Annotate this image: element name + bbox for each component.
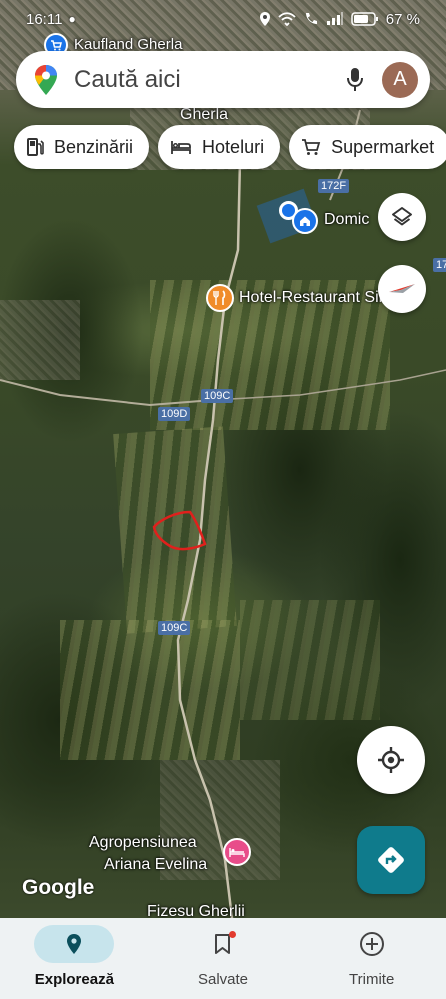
bed-icon[interactable] bbox=[223, 838, 251, 866]
route-109d-label: 109D bbox=[158, 407, 191, 421]
route-17-label: 17 bbox=[433, 258, 446, 272]
notification-icon: ● bbox=[68, 12, 76, 26]
add-circle-icon bbox=[359, 932, 384, 956]
nav-contribute-indicator bbox=[332, 925, 412, 963]
status-time: 16:11 bbox=[26, 10, 63, 28]
chip-label: Supermarket bbox=[331, 136, 435, 157]
nav-explore[interactable]: Explorează bbox=[0, 918, 149, 999]
directions-icon bbox=[378, 847, 404, 873]
gas-station-icon bbox=[27, 138, 44, 156]
maps-pin-logo-icon bbox=[35, 64, 57, 95]
chip-label: Benzinării bbox=[54, 136, 134, 157]
bed-icon bbox=[171, 141, 191, 154]
layers-icon bbox=[392, 207, 412, 226]
route-109c-label: 109C bbox=[158, 621, 191, 635]
nav-saved[interactable]: Salvate bbox=[149, 918, 298, 999]
restaurant-icon[interactable] bbox=[206, 284, 234, 312]
directions-button[interactable] bbox=[357, 826, 425, 894]
location-status-icon bbox=[259, 12, 270, 26]
home-icon[interactable] bbox=[292, 208, 318, 234]
google-logo: Google bbox=[22, 876, 95, 899]
fizesu-label[interactable]: Fizesu Gherlii bbox=[147, 903, 245, 918]
location-pin-icon bbox=[67, 934, 82, 954]
gherla-label[interactable]: Gherla bbox=[180, 106, 228, 124]
route-172f-label: 172F bbox=[318, 179, 350, 193]
avatar[interactable]: A bbox=[382, 61, 418, 98]
category-chips: Benzinării Hoteluri Supermarket bbox=[14, 125, 446, 169]
chip-gas-stations[interactable]: Benzinării bbox=[14, 125, 150, 169]
bottom-navigation: Explorează Salvate Trimite bbox=[0, 918, 446, 999]
hand-drawn-outline bbox=[152, 510, 207, 551]
chip-label: Hoteluri bbox=[202, 136, 265, 157]
compass-icon bbox=[389, 284, 415, 293]
battery-percent: 67 % bbox=[385, 10, 420, 28]
wifi-icon bbox=[278, 12, 296, 26]
route-109c-label: 109C bbox=[201, 389, 234, 403]
nav-explore-label: Explorează bbox=[34, 971, 114, 988]
microphone-icon[interactable] bbox=[346, 67, 364, 93]
call-icon bbox=[305, 13, 317, 24]
signal-icon bbox=[326, 12, 343, 25]
avatar-letter: A bbox=[393, 68, 407, 90]
chip-hotels[interactable]: Hoteluri bbox=[158, 125, 281, 169]
nav-contribute[interactable]: Trimite bbox=[297, 918, 446, 999]
notification-badge bbox=[229, 931, 236, 938]
nav-contribute-label: Trimite bbox=[349, 971, 395, 988]
search-bar[interactable]: Caută aici A bbox=[16, 51, 430, 108]
nav-saved-label: Salvate bbox=[197, 971, 249, 988]
my-location-button[interactable] bbox=[357, 726, 425, 794]
map-layers-button[interactable] bbox=[378, 193, 426, 241]
crosshair-icon bbox=[378, 747, 404, 773]
agropensiune-name-label[interactable]: Ariana Evelina bbox=[104, 856, 207, 874]
domicile-label[interactable]: Domic bbox=[324, 211, 369, 229]
status-bar: 16:11 ● 67 % bbox=[0, 0, 446, 38]
shopping-cart-icon bbox=[302, 139, 321, 155]
chip-supermarkets[interactable]: Supermarket bbox=[289, 125, 446, 169]
nav-explore-indicator bbox=[34, 925, 115, 963]
compass-button[interactable] bbox=[378, 265, 426, 313]
battery-icon bbox=[351, 12, 378, 26]
agropensiune-label[interactable]: Agropensiunea bbox=[89, 834, 197, 852]
search-input[interactable]: Caută aici bbox=[74, 66, 346, 94]
nav-saved-indicator bbox=[183, 925, 263, 963]
